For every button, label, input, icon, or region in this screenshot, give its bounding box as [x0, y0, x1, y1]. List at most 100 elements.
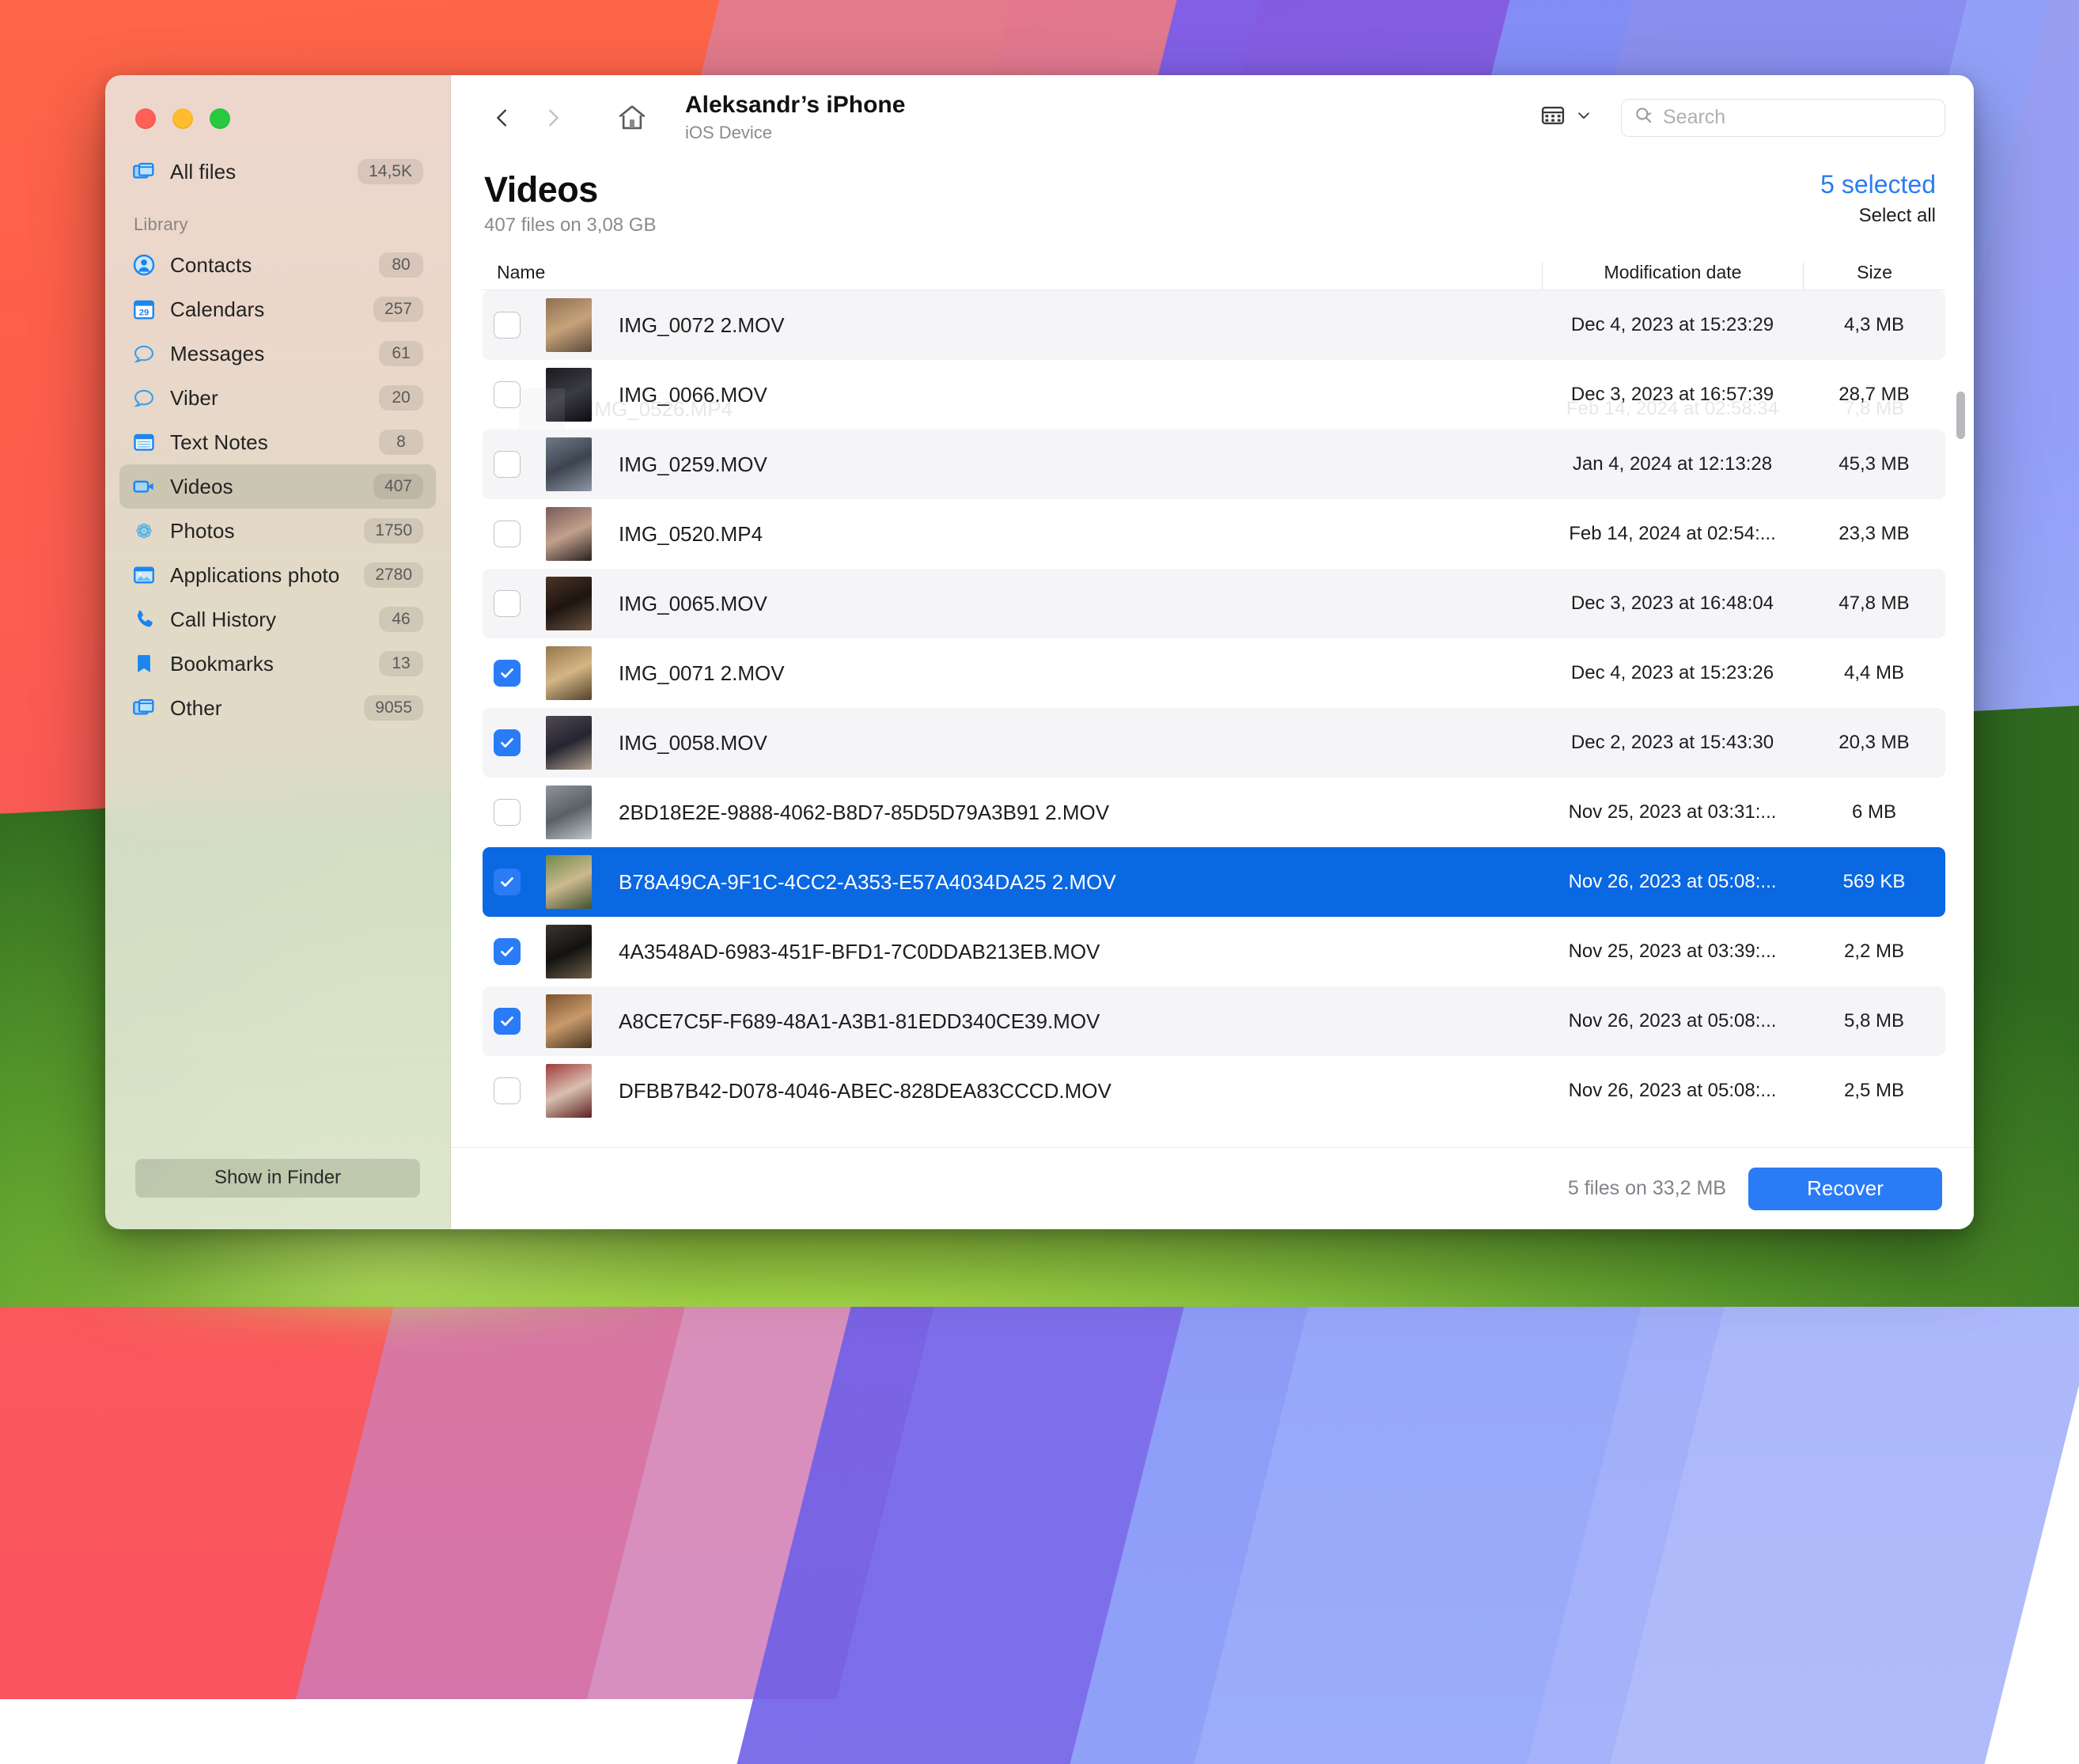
sidebar-item-count: 257	[373, 297, 423, 322]
notes-icon	[131, 429, 157, 456]
sidebar-item-text-notes[interactable]: Text Notes 8	[119, 420, 436, 464]
column-header-name[interactable]: Name	[483, 262, 625, 290]
row-checkbox[interactable]	[494, 729, 521, 756]
recover-button[interactable]: Recover	[1748, 1168, 1942, 1210]
file-list-container: IMG_0072 2.MOVDec 4, 2023 at 15:23:294,3…	[451, 290, 1974, 1147]
file-size: 2,5 MB	[1803, 1080, 1945, 1102]
view-mode-switcher[interactable]	[1539, 101, 1592, 134]
window-controls	[105, 75, 450, 143]
row-checkbox[interactable]	[494, 312, 521, 339]
minimize-button[interactable]	[172, 108, 193, 129]
page-title-block: Videos 407 files on 3,08 GB	[484, 171, 656, 237]
row-checkbox[interactable]	[494, 869, 521, 895]
row-checkbox[interactable]	[494, 1077, 521, 1104]
file-modification-date: Jan 4, 2024 at 12:13:28	[1542, 453, 1803, 475]
table-row[interactable]: IMG_0259.MOVJan 4, 2024 at 12:13:2845,3 …	[483, 430, 1945, 499]
sidebar-item-label: Text Notes	[170, 430, 366, 455]
file-name: 2BD18E2E-9888-4062-B8D7-85D5D79A3B91 2.M…	[619, 801, 1109, 825]
file-modification-date: Dec 2, 2023 at 15:43:30	[1542, 732, 1803, 754]
row-checkbox[interactable]	[494, 660, 521, 687]
sidebar-item-label: Photos	[170, 519, 351, 543]
file-size: 6 MB	[1803, 801, 1945, 823]
row-checkbox[interactable]	[494, 938, 521, 965]
file-size: 45,3 MB	[1803, 453, 1945, 475]
bottom-bar: 5 files on 33,2 MB Recover	[451, 1147, 1974, 1229]
row-checkbox[interactable]	[494, 520, 521, 547]
back-button[interactable]	[484, 100, 521, 136]
file-size: 47,8 MB	[1803, 592, 1945, 615]
sidebar-item-count: 46	[379, 607, 423, 632]
file-thumbnail	[546, 855, 592, 909]
sidebar-item-photos[interactable]: Photos 1750	[119, 509, 436, 553]
app-window: All files 14,5K Library Contacts 80	[105, 75, 1974, 1229]
file-size: 20,3 MB	[1803, 732, 1945, 754]
table-row[interactable]: DFBB7B42-D078-4046-ABEC-828DEA83CCCD.MOV…	[483, 1056, 1945, 1126]
row-checkbox[interactable]	[494, 381, 521, 408]
video-camera-icon	[131, 473, 157, 500]
sidebar-scroll-area: All files 14,5K Library Contacts 80	[105, 143, 450, 1158]
table-row[interactable]: B78A49CA-9F1C-4CC2-A353-E57A4034DA25 2.M…	[483, 847, 1945, 917]
close-button[interactable]	[135, 108, 156, 129]
row-checkbox[interactable]	[494, 1008, 521, 1035]
table-row[interactable]: IMG_0058.MOVDec 2, 2023 at 15:43:3020,3 …	[483, 708, 1945, 778]
file-name: DFBB7B42-D078-4046-ABEC-828DEA83CCCD.MOV	[619, 1079, 1111, 1103]
select-all-button[interactable]: Select all	[1820, 205, 1936, 227]
sidebar-item-applications-photo[interactable]: Applications photo 2780	[119, 553, 436, 597]
sidebar-item-other[interactable]: Other 9055	[119, 686, 436, 730]
table-row[interactable]: 2BD18E2E-9888-4062-B8D7-85D5D79A3B91 2.M…	[483, 778, 1945, 847]
home-button[interactable]	[615, 101, 649, 134]
page-header: Videos 407 files on 3,08 GB 5 selected S…	[451, 160, 1974, 237]
sidebar-item-count: 9055	[364, 695, 423, 721]
search-field[interactable]: Search	[1621, 99, 1945, 137]
table-row[interactable]: A8CE7C5F-F689-48A1-A3B1-81EDD340CE39.MOV…	[483, 986, 1945, 1056]
file-thumbnail	[546, 507, 592, 561]
file-modification-date: Nov 26, 2023 at 05:08:...	[1542, 1010, 1803, 1032]
column-header-size[interactable]: Size	[1803, 262, 1945, 290]
contact-icon	[131, 252, 157, 278]
file-modification-date: Dec 3, 2023 at 16:48:04	[1542, 592, 1803, 615]
sidebar-item-label: Applications photo	[170, 563, 351, 588]
show-in-finder-button[interactable]: Show in Finder	[135, 1158, 420, 1198]
device-title: Aleksandr’s iPhone	[685, 91, 905, 119]
sidebar-item-videos[interactable]: Videos 407	[119, 464, 436, 509]
column-header-modification-date[interactable]: Modification date	[1542, 262, 1803, 290]
toolbar: Aleksandr’s iPhone iOS Device	[451, 75, 1974, 160]
sidebar-item-label: Calendars	[170, 297, 361, 322]
file-list: IMG_0072 2.MOVDec 4, 2023 at 15:23:294,3…	[483, 290, 1945, 1147]
scrollbar-thumb[interactable]	[1956, 392, 1965, 439]
sidebar-item-calendars[interactable]: 29 Calendars 257	[119, 287, 436, 331]
sidebar-item-bookmarks[interactable]: Bookmarks 13	[119, 642, 436, 686]
sidebar-item-count: 61	[379, 341, 423, 366]
table-row[interactable]: IMG_0071 2.MOVDec 4, 2023 at 15:23:264,4…	[483, 638, 1945, 708]
file-size: 23,3 MB	[1803, 523, 1945, 545]
sidebar-item-messages[interactable]: Messages 61	[119, 331, 436, 376]
table-row[interactable]: IMG_0520.MP4Feb 14, 2024 at 02:54:...23,…	[483, 499, 1945, 569]
table-row[interactable]: 4A3548AD-6983-451F-BFD1-7C0DDAB213EB.MOV…	[483, 917, 1945, 986]
file-size: 2,2 MB	[1803, 941, 1945, 963]
sidebar-item-label: Viber	[170, 386, 366, 411]
sidebar-item-call-history[interactable]: Call History 46	[119, 597, 436, 642]
table-row[interactable]: IMG_0072 2.MOVDec 4, 2023 at 15:23:294,3…	[483, 290, 1945, 360]
sidebar-allfiles-group: All files 14,5K	[119, 143, 436, 194]
file-thumbnail	[546, 298, 592, 352]
row-checkbox[interactable]	[494, 451, 521, 478]
forward-button[interactable]	[535, 100, 571, 136]
row-checkbox[interactable]	[494, 590, 521, 617]
sidebar-item-label: Other	[170, 696, 351, 721]
zoom-button[interactable]	[210, 108, 230, 129]
sidebar-item-all-files[interactable]: All files 14,5K	[119, 150, 436, 194]
phone-icon	[131, 606, 157, 633]
vertical-scrollbar[interactable]	[1955, 297, 1966, 1141]
file-modification-date: Feb 14, 2024 at 02:54:...	[1542, 523, 1803, 545]
search-placeholder: Search	[1663, 106, 1725, 129]
file-name: B78A49CA-9F1C-4CC2-A353-E57A4034DA25 2.M…	[619, 870, 1116, 895]
sidebar: All files 14,5K Library Contacts 80	[105, 75, 451, 1229]
sidebar-item-viber[interactable]: Viber 20	[119, 376, 436, 420]
table-row[interactable]: IMG_0065.MOVDec 3, 2023 at 16:48:0447,8 …	[483, 569, 1945, 638]
file-thumbnail	[546, 1064, 592, 1118]
photos-flower-icon	[131, 517, 157, 544]
row-checkbox[interactable]	[494, 799, 521, 826]
sidebar-item-contacts[interactable]: Contacts 80	[119, 243, 436, 287]
selected-count-label[interactable]: 5 selected	[1820, 171, 1936, 199]
table-row[interactable]: IMG_0066.MOVDec 3, 2023 at 16:57:3928,7 …	[483, 360, 1945, 430]
